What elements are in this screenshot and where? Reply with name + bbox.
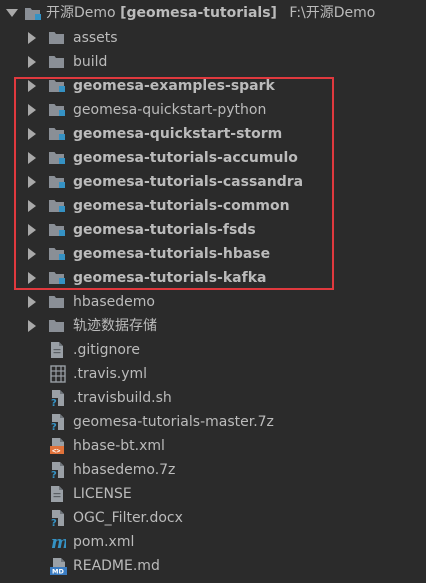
module-folder-icon xyxy=(48,197,66,213)
root-label: 开源Demo [geomesa-tutorials] F:\开源Demo xyxy=(46,0,375,26)
tree-file-item[interactable]: ? OGC_Filter.docx xyxy=(0,506,426,530)
tree-folder-item[interactable]: geomesa-examples-spark xyxy=(0,74,426,98)
svg-text:?: ? xyxy=(51,518,57,527)
tree-file-item[interactable]: .travis.yml xyxy=(0,362,426,386)
chevron-right-icon[interactable] xyxy=(28,176,36,188)
project-tree: 开源Demo [geomesa-tutorials] F:\开源Demo ass… xyxy=(0,0,426,578)
tree-file-item[interactable]: ? .travisbuild.sh xyxy=(0,386,426,410)
tree-item-label: build xyxy=(73,54,108,70)
root-name: 开源Demo xyxy=(46,5,116,21)
tree-folder-item[interactable]: assets xyxy=(0,26,426,50)
root-path: F:\开源Demo xyxy=(289,5,376,21)
root-module-name: [geomesa-tutorials] xyxy=(120,5,277,21)
folder-icon xyxy=(48,29,66,45)
tree-file-item[interactable]: <> hbase-bt.xml xyxy=(0,434,426,458)
chevron-right-icon[interactable] xyxy=(28,224,36,236)
tree-file-item[interactable]: m pom.xml xyxy=(0,530,426,554)
module-folder-icon xyxy=(48,221,66,237)
chevron-right-icon[interactable] xyxy=(28,32,36,44)
tree-file-item[interactable]: .gitignore xyxy=(0,338,426,362)
chevron-right-icon[interactable] xyxy=(28,320,36,332)
tree-folder-item[interactable]: geomesa-quickstart-python xyxy=(0,98,426,122)
tree-file-item[interactable]: ? hbasedemo.7z xyxy=(0,458,426,482)
module-folder-icon xyxy=(48,245,66,261)
yml-file-icon xyxy=(50,365,66,383)
markdown-file-icon: MD xyxy=(50,557,68,575)
svg-text:<>: <> xyxy=(52,447,60,455)
tree-folder-item[interactable]: geomesa-quickstart-storm xyxy=(0,122,426,146)
module-folder-icon xyxy=(48,269,66,285)
unknown-file-icon: ? xyxy=(50,389,66,407)
chevron-right-icon[interactable] xyxy=(28,56,36,68)
tree-item-label: geomesa-tutorials-kafka xyxy=(73,270,267,286)
tree-folder-item[interactable]: geomesa-tutorials-fsds xyxy=(0,218,426,242)
svg-text:?: ? xyxy=(51,422,57,431)
chevron-right-icon[interactable] xyxy=(28,272,36,284)
tree-item-label: geomesa-examples-spark xyxy=(73,78,275,94)
tree-item-label: hbasedemo xyxy=(73,294,155,310)
tree-folder-item[interactable]: geomesa-tutorials-accumulo xyxy=(0,146,426,170)
folder-icon xyxy=(48,293,66,309)
tree-item-label: hbase-bt.xml xyxy=(73,438,165,454)
chevron-right-icon[interactable] xyxy=(28,152,36,164)
module-folder-icon xyxy=(48,77,66,93)
module-folder-icon xyxy=(48,125,66,141)
tree-item-label: OGC_Filter.docx xyxy=(73,510,183,526)
tree-item-label: geomesa-quickstart-storm xyxy=(73,126,283,142)
tree-item-label: hbasedemo.7z xyxy=(73,462,176,478)
tree-folder-item[interactable]: geomesa-tutorials-kafka xyxy=(0,266,426,290)
text-file-icon xyxy=(50,341,64,359)
text-file-icon xyxy=(50,485,64,503)
tree-item-label: assets xyxy=(73,30,118,46)
tree-file-item[interactable]: LICENSE xyxy=(0,482,426,506)
svg-text:m: m xyxy=(51,533,66,551)
chevron-right-icon[interactable] xyxy=(28,296,36,308)
svg-text:?: ? xyxy=(51,398,57,407)
tree-folder-item[interactable]: geomesa-tutorials-common xyxy=(0,194,426,218)
chevron-right-icon[interactable] xyxy=(28,104,36,116)
tree-item-label: geomesa-quickstart-python xyxy=(73,102,267,118)
unknown-file-icon: ? xyxy=(50,509,66,527)
tree-item-label: README.md xyxy=(73,558,160,574)
module-folder-icon xyxy=(48,149,66,165)
chevron-right-icon[interactable] xyxy=(28,248,36,260)
svg-text:MD: MD xyxy=(52,568,64,576)
tree-item-label: geomesa-tutorials-accumulo xyxy=(73,150,298,166)
tree-item-label: geomesa-tutorials-common xyxy=(73,198,290,214)
unknown-file-icon: ? xyxy=(50,461,66,479)
chevron-right-icon[interactable] xyxy=(28,80,36,92)
tree-root[interactable]: 开源Demo [geomesa-tutorials] F:\开源Demo xyxy=(0,0,426,26)
svg-text:?: ? xyxy=(51,470,57,479)
tree-item-label: 轨迹数据存储 xyxy=(73,318,157,334)
maven-file-icon: m xyxy=(50,533,66,551)
tree-file-item[interactable]: MD README.md xyxy=(0,554,426,578)
tree-folder-item[interactable]: geomesa-tutorials-hbase xyxy=(0,242,426,266)
tree-item-label: .travis.yml xyxy=(73,366,148,382)
folder-icon xyxy=(48,53,66,69)
chevron-right-icon[interactable] xyxy=(28,200,36,212)
module-folder-icon xyxy=(48,101,66,117)
chevron-right-icon[interactable] xyxy=(28,128,36,140)
tree-item-label: geomesa-tutorials-master.7z xyxy=(73,414,274,430)
tree-item-label: geomesa-tutorials-cassandra xyxy=(73,174,304,190)
module-folder-icon xyxy=(24,5,42,21)
unknown-file-icon: ? xyxy=(50,413,66,431)
xml-file-icon: <> xyxy=(50,437,66,455)
tree-folder-item[interactable]: build xyxy=(0,50,426,74)
tree-item-label: geomesa-tutorials-fsds xyxy=(73,222,256,238)
tree-item-label: LICENSE xyxy=(73,486,132,502)
tree-folder-item[interactable]: 轨迹数据存储 xyxy=(0,314,426,338)
folder-icon xyxy=(48,317,66,333)
tree-item-label: .gitignore xyxy=(73,342,140,358)
tree-item-label: geomesa-tutorials-hbase xyxy=(73,246,271,262)
module-folder-icon xyxy=(48,173,66,189)
tree-folder-item[interactable]: geomesa-tutorials-cassandra xyxy=(0,170,426,194)
tree-item-label: .travisbuild.sh xyxy=(73,390,172,406)
chevron-down-icon[interactable] xyxy=(6,9,18,17)
tree-item-label: pom.xml xyxy=(73,534,135,550)
tree-folder-item[interactable]: hbasedemo xyxy=(0,290,426,314)
tree-file-item[interactable]: ? geomesa-tutorials-master.7z xyxy=(0,410,426,434)
